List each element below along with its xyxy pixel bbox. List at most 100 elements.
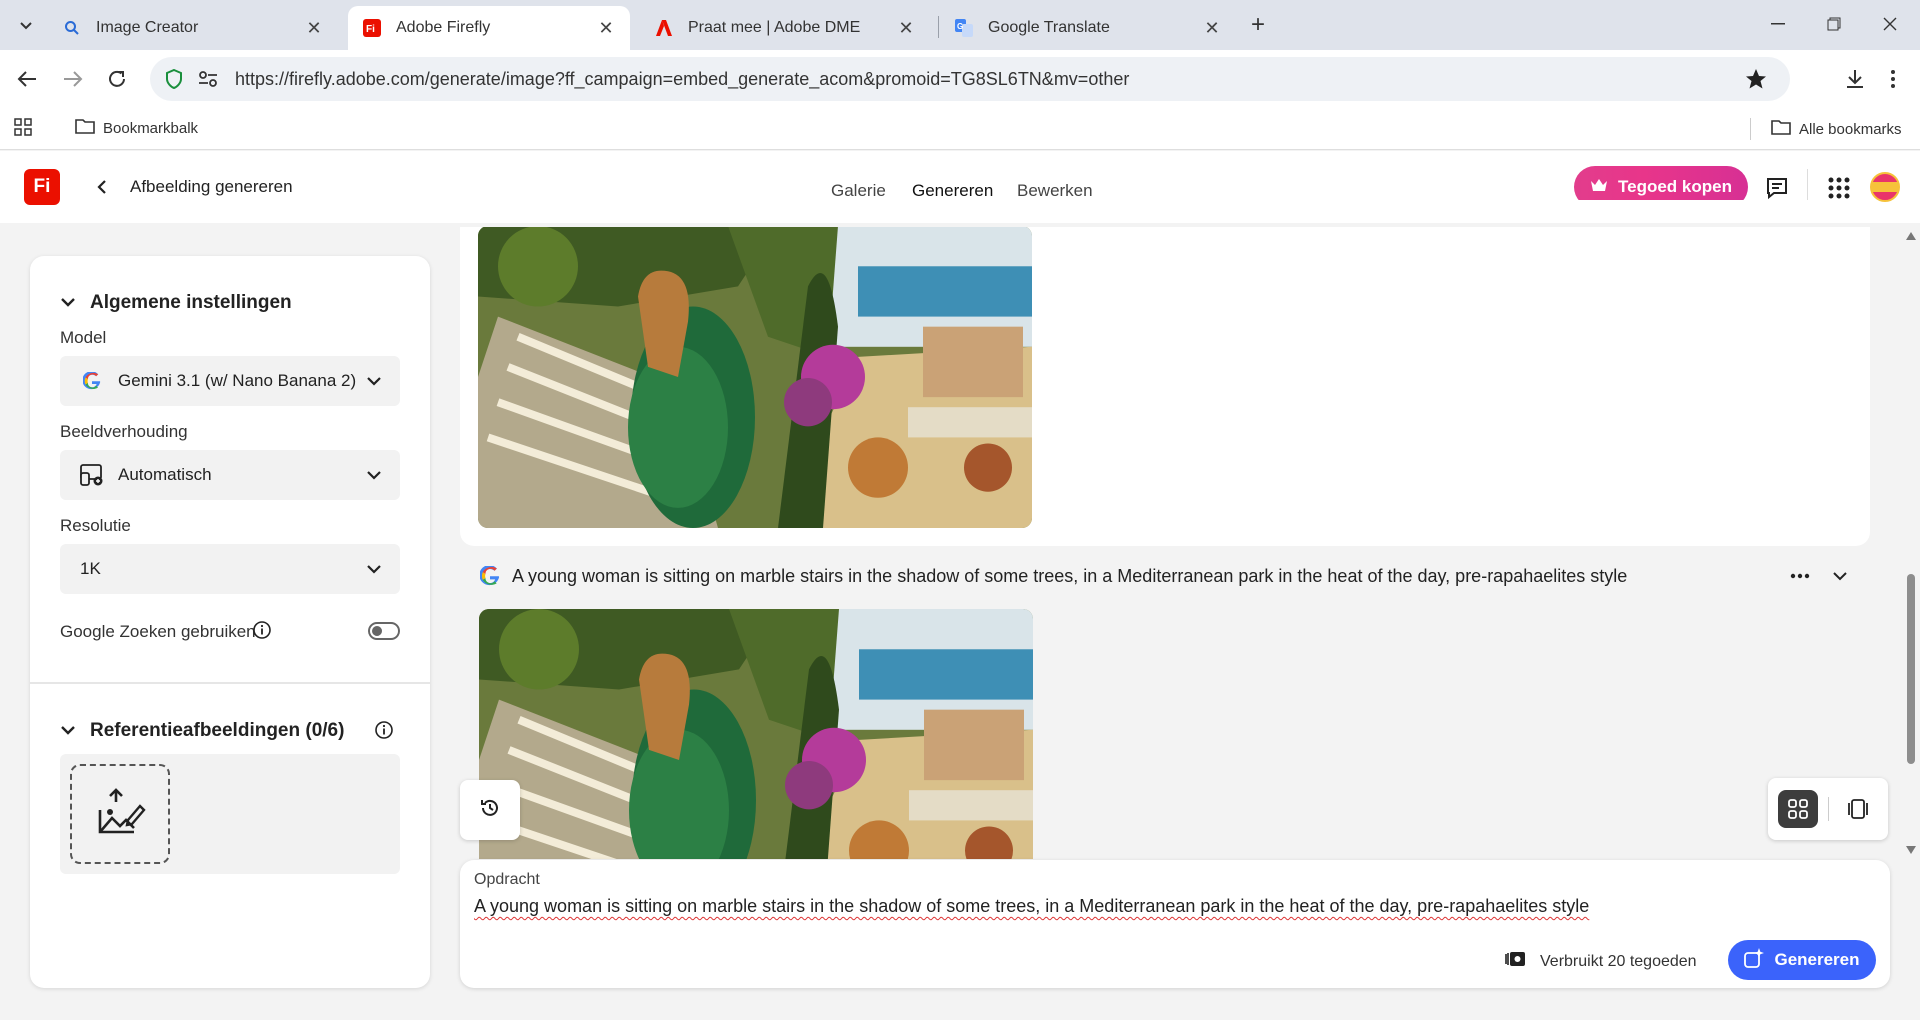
section-title: Algemene instellingen: [90, 292, 292, 313]
new-tab-plus-icon[interactable]: +: [1244, 11, 1272, 38]
minimize-icon[interactable]: [1758, 10, 1798, 38]
generation-prompt-row: A young woman is sitting on marble stair…: [479, 562, 1860, 592]
general-settings-header[interactable]: Algemene instellingen: [60, 292, 292, 314]
omnibox[interactable]: https://firefly.adobe.com/generate/image…: [150, 57, 1790, 101]
folder-icon: [1771, 119, 1791, 139]
svg-text:G: G: [957, 22, 963, 31]
browser-tab-google-translate[interactable]: G Google Translate ✕: [940, 6, 1236, 50]
model-value: Gemini 3.1 (w/ Nano Banana 2): [118, 371, 357, 390]
generated-image[interactable]: [478, 226, 1032, 528]
view-mode-toggle: [1768, 778, 1888, 840]
chevron-down-icon: [60, 720, 76, 742]
tab-label: Adobe Firefly: [396, 19, 491, 36]
content-scrollbar[interactable]: [1904, 228, 1918, 858]
google-search-toggle[interactable]: [368, 622, 400, 640]
bookmark-folder[interactable]: Bookmarkbalk: [75, 118, 198, 138]
all-bookmarks-label: Alle bookmarks: [1799, 120, 1902, 138]
scroll-down-arrow-icon[interactable]: [1906, 846, 1916, 854]
tab-close-icon[interactable]: ✕: [304, 18, 324, 38]
chevron-down-icon: [362, 557, 386, 581]
more-options-icon[interactable]: [1788, 564, 1812, 588]
prompt-input[interactable]: A young woman is sitting on marble stair…: [474, 896, 1854, 917]
firefly-logo[interactable]: Fi: [24, 169, 60, 205]
browser-tab-praat-mee[interactable]: Praat mee | Adobe DME ✕: [640, 6, 930, 50]
generation-prompt-text: A young woman is sitting on marble stair…: [512, 566, 1628, 586]
chevron-down-icon: [60, 292, 76, 314]
settings-panel: Algemene instellingen Model Gemini 3.1 (…: [30, 256, 430, 988]
reload-icon[interactable]: [100, 62, 134, 96]
avatar[interactable]: [1870, 172, 1900, 202]
nav-tab-genereren[interactable]: Genereren: [912, 181, 993, 201]
model-dropdown[interactable]: Gemini 3.1 (w/ Nano Banana 2): [60, 356, 400, 406]
generate-label: Genereren: [1774, 950, 1860, 969]
generate-button[interactable]: Genereren: [1728, 940, 1876, 980]
svg-text:Fi: Fi: [366, 24, 375, 35]
aspect-ratio-icon: [80, 463, 104, 487]
translate-icon: G: [954, 18, 974, 38]
generate-sparkle-icon: [1744, 947, 1765, 973]
reference-images-header[interactable]: Referentieafbeeldingen (0/6): [60, 720, 344, 742]
google-g-icon: [80, 369, 104, 393]
bookmark-star-icon[interactable]: [1744, 67, 1768, 91]
model-label: Model: [60, 328, 107, 347]
search-icon: [62, 18, 82, 38]
tab-search-menu-icon[interactable]: [12, 12, 40, 38]
back-arrow-icon[interactable]: [10, 62, 44, 96]
chevron-down-icon: [362, 463, 386, 487]
prompt-label: Opdracht: [474, 871, 540, 888]
info-icon[interactable]: [252, 620, 272, 645]
reference-images-area: [60, 754, 400, 874]
history-button[interactable]: [460, 780, 520, 840]
info-icon[interactable]: [374, 720, 394, 745]
download-icon[interactable]: [1838, 62, 1872, 96]
scrollbar-thumb[interactable]: [1907, 574, 1915, 764]
all-bookmarks[interactable]: Alle bookmarks: [1750, 118, 1902, 140]
google-g-icon: [479, 565, 500, 586]
single-view-icon[interactable]: [1838, 790, 1878, 828]
bookmarks-bar: Bookmarkbalk Alle bookmarks: [0, 108, 1920, 150]
nav-tab-galerie[interactable]: Galerie: [831, 181, 886, 201]
resolution-dropdown[interactable]: 1K: [60, 544, 400, 594]
shield-icon[interactable]: [162, 67, 186, 91]
generation-result-card: [460, 200, 1870, 546]
url-text[interactable]: https://firefly.adobe.com/generate/image…: [235, 69, 1129, 90]
grid-view-icon[interactable]: [1778, 790, 1818, 828]
tab-close-icon[interactable]: ✕: [896, 18, 916, 38]
browser-tab-bar: Image Creator ✕ Fi Adobe Firefly ✕ Praat…: [0, 0, 1920, 50]
tab-separator: [938, 16, 939, 38]
history-icon: [479, 797, 501, 824]
kebab-menu-icon[interactable]: [1876, 62, 1910, 96]
feedback-chat-icon[interactable]: [1762, 173, 1792, 203]
collapse-chevron-icon[interactable]: [1828, 564, 1852, 588]
apps-grid-icon[interactable]: [14, 118, 32, 136]
google-search-label: Google Zoeken gebruiken: [60, 622, 256, 641]
aspect-ratio-value: Automatisch: [118, 465, 212, 484]
aspect-ratio-label: Beeldverhouding: [60, 422, 188, 441]
browser-tab-image-creator[interactable]: Image Creator ✕: [48, 6, 338, 50]
close-window-icon[interactable]: [1870, 10, 1910, 38]
toggle-divider: [1828, 797, 1829, 821]
credits-icon: [1504, 950, 1526, 973]
browser-tab-adobe-firefly[interactable]: Fi Adobe Firefly ✕: [348, 6, 630, 50]
tab-close-icon[interactable]: ✕: [596, 18, 616, 38]
site-settings-icon[interactable]: [196, 67, 220, 91]
apps-grid-icon[interactable]: [1824, 173, 1854, 203]
page-title: Afbeelding genereren: [130, 177, 293, 196]
credits-info: Verbruikt 20 tegoeden: [1504, 950, 1697, 973]
tab-label: Image Creator: [96, 19, 199, 36]
resolution-label: Resolutie: [60, 516, 131, 535]
back-chevron-icon[interactable]: [88, 173, 116, 201]
upload-reference-button[interactable]: [70, 764, 170, 864]
scroll-up-arrow-icon[interactable]: [1906, 232, 1916, 240]
nav-tab-bewerken[interactable]: Bewerken: [1017, 181, 1093, 201]
aspect-ratio-dropdown[interactable]: Automatisch: [60, 450, 400, 500]
prompt-composer: Opdracht A young woman is sitting on mar…: [460, 860, 1890, 988]
restore-icon[interactable]: [1814, 10, 1854, 38]
resolution-value: 1K: [80, 559, 101, 578]
chevron-down-icon: [362, 369, 386, 393]
tab-label: Praat mee | Adobe DME: [688, 19, 861, 36]
tab-label: Google Translate: [988, 19, 1110, 36]
forward-arrow-icon[interactable]: [56, 62, 90, 96]
tab-close-icon[interactable]: ✕: [1202, 18, 1222, 38]
generated-image[interactable]: [479, 609, 1033, 859]
